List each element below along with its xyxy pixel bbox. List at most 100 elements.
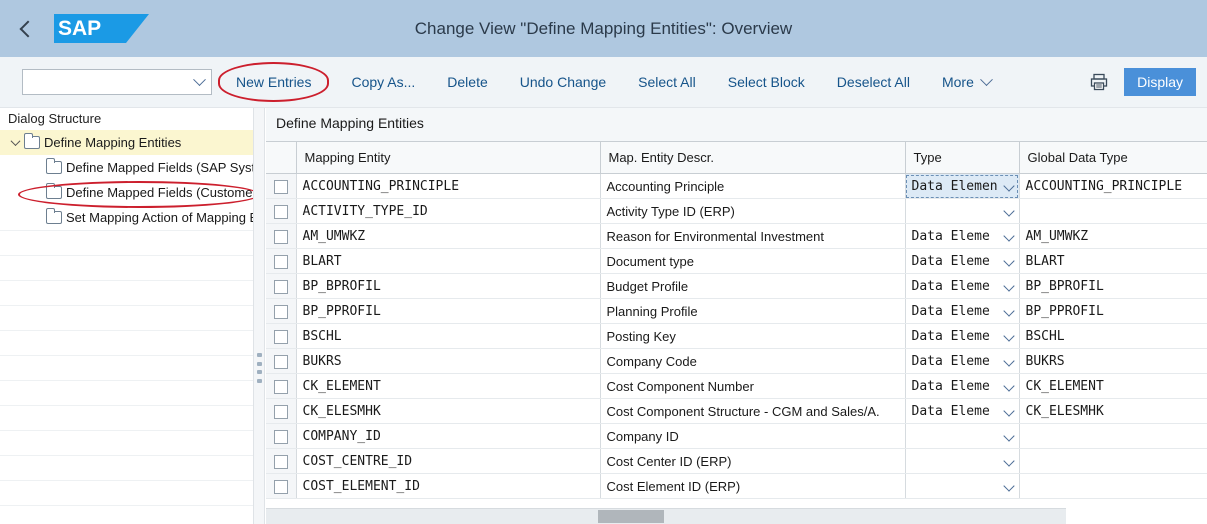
cell-mapping-entity[interactable]: CK_ELEMENT bbox=[296, 373, 601, 399]
table-row[interactable]: BP_PPROFIL Planning Profile Data Eleme BP_P… bbox=[266, 298, 1207, 324]
cell-mapping-entity[interactable]: ACCOUNTING_PRINCIPLE bbox=[296, 173, 601, 199]
select-block-button[interactable]: Select Block bbox=[718, 68, 815, 96]
undo-change-button[interactable]: Undo Change bbox=[510, 68, 616, 96]
row-checkbox[interactable] bbox=[273, 379, 288, 394]
column-header-map-entity-descr[interactable]: Map. Entity Descr. bbox=[600, 141, 906, 174]
cell-global-data-type[interactable]: CK_ELEMENT bbox=[1019, 373, 1207, 399]
tree-node-2[interactable]: Define Mapped Fields (Customer bbox=[0, 180, 253, 208]
chevron-down-icon[interactable] bbox=[1002, 355, 1015, 367]
more-button[interactable]: More bbox=[932, 68, 1001, 96]
cell-type[interactable]: Data Eleme bbox=[905, 273, 1020, 299]
cell-map-entity-descr[interactable]: Activity Type ID (ERP) bbox=[600, 198, 906, 224]
cell-type[interactable]: Data Eleme bbox=[905, 298, 1020, 324]
tree-expand-chevron-icon[interactable] bbox=[8, 136, 22, 150]
cell-map-entity-descr[interactable]: Cost Center ID (ERP) bbox=[600, 448, 906, 474]
cell-map-entity-descr[interactable]: Document type bbox=[600, 248, 906, 274]
cell-global-data-type[interactable]: BUKRS bbox=[1019, 348, 1207, 374]
row-checkbox[interactable] bbox=[273, 354, 288, 369]
cell-map-entity-descr[interactable]: Company ID bbox=[600, 423, 906, 449]
row-checkbox[interactable] bbox=[273, 429, 288, 444]
table-row[interactable]: CK_ELESMHK Cost Component Structure - CGM… bbox=[266, 398, 1207, 424]
select-all-button[interactable]: Select All bbox=[628, 68, 706, 96]
row-checkbox[interactable] bbox=[273, 279, 288, 294]
chevron-down-icon[interactable] bbox=[1002, 305, 1015, 317]
cell-type[interactable]: Data Eleme bbox=[905, 223, 1020, 249]
column-header-mapping-entity[interactable]: Mapping Entity bbox=[296, 141, 601, 174]
cell-map-entity-descr[interactable]: Budget Profile bbox=[600, 273, 906, 299]
cell-mapping-entity[interactable]: COST_ELEMENT_ID bbox=[296, 473, 601, 499]
chevron-down-icon[interactable] bbox=[1002, 280, 1015, 292]
cell-type[interactable]: Data Eleme bbox=[905, 398, 1020, 424]
table-row[interactable]: CK_ELEMENT Cost Component Number Data Elem… bbox=[266, 373, 1207, 399]
cell-global-data-type[interactable] bbox=[1019, 198, 1207, 224]
cell-global-data-type[interactable]: CK_ELESMHK bbox=[1019, 398, 1207, 424]
cell-mapping-entity[interactable]: BLART bbox=[296, 248, 601, 274]
tree-node-1[interactable]: Define Mapped Fields (SAP Syst bbox=[0, 155, 253, 180]
table-row[interactable]: BUKRS Company Code Data Eleme BUKRS bbox=[266, 348, 1207, 374]
chevron-down-icon[interactable] bbox=[1002, 205, 1015, 217]
cell-global-data-type[interactable] bbox=[1019, 473, 1207, 499]
row-checkbox[interactable] bbox=[273, 229, 288, 244]
chevron-down-icon[interactable] bbox=[1002, 330, 1015, 342]
printer-icon[interactable] bbox=[1082, 65, 1116, 99]
cell-type[interactable] bbox=[905, 473, 1020, 499]
row-checkbox[interactable] bbox=[273, 204, 288, 219]
cell-map-entity-descr[interactable]: Cost Component Number bbox=[600, 373, 906, 399]
chevron-down-icon[interactable] bbox=[1002, 380, 1015, 392]
cell-mapping-entity[interactable]: COST_CENTRE_ID bbox=[296, 448, 601, 474]
cell-type[interactable]: Data Eleme bbox=[905, 323, 1020, 349]
display-button[interactable]: Display bbox=[1124, 68, 1196, 96]
cell-global-data-type[interactable]: BSCHL bbox=[1019, 323, 1207, 349]
row-checkbox[interactable] bbox=[273, 454, 288, 469]
cell-mapping-entity[interactable]: AM_UMWKZ bbox=[296, 223, 601, 249]
cell-map-entity-descr[interactable]: Cost Element ID (ERP) bbox=[600, 473, 906, 499]
chevron-down-icon[interactable] bbox=[1002, 230, 1015, 242]
cell-type[interactable]: Data Elemen bbox=[905, 173, 1020, 199]
table-row[interactable]: BLART Document type Data Eleme BLART bbox=[266, 248, 1207, 274]
cell-map-entity-descr[interactable]: Cost Component Structure - CGM and Sales… bbox=[600, 398, 906, 424]
cell-global-data-type[interactable]: BP_BPROFIL bbox=[1019, 273, 1207, 299]
chevron-down-icon[interactable] bbox=[1002, 405, 1015, 417]
cell-map-entity-descr[interactable]: Planning Profile bbox=[600, 298, 906, 324]
row-checkbox[interactable] bbox=[273, 329, 288, 344]
table-row[interactable]: AM_UMWKZ Reason for Environmental Investm… bbox=[266, 223, 1207, 249]
row-checkbox[interactable] bbox=[273, 404, 288, 419]
cell-map-entity-descr[interactable]: Reason for Environmental Investment bbox=[600, 223, 906, 249]
cell-type[interactable]: Data Eleme bbox=[905, 348, 1020, 374]
table-row[interactable]: COST_CENTRE_ID Cost Center ID (ERP) bbox=[266, 448, 1207, 474]
deselect-all-button[interactable]: Deselect All bbox=[827, 68, 920, 96]
table-row[interactable]: ACTIVITY_TYPE_ID Activity Type ID (ERP) bbox=[266, 198, 1207, 224]
cell-type[interactable]: Data Eleme bbox=[905, 248, 1020, 274]
scrollbar-track[interactable] bbox=[266, 509, 1066, 524]
new-entries-button[interactable]: New Entries bbox=[217, 62, 330, 102]
row-checkbox[interactable] bbox=[273, 479, 288, 494]
cell-mapping-entity[interactable]: BUKRS bbox=[296, 348, 601, 374]
cell-type[interactable] bbox=[905, 448, 1020, 474]
cell-type[interactable]: Data Eleme bbox=[905, 373, 1020, 399]
chevron-down-icon[interactable] bbox=[1002, 455, 1015, 467]
cell-global-data-type[interactable]: BP_PPROFIL bbox=[1019, 298, 1207, 324]
cell-mapping-entity[interactable]: BP_PPROFIL bbox=[296, 298, 601, 324]
table-row[interactable]: ACCOUNTING_PRINCIPLE Accounting Principle… bbox=[266, 173, 1207, 199]
cell-mapping-entity[interactable]: CK_ELESMHK bbox=[296, 398, 601, 424]
tree-node-3[interactable]: Set Mapping Action of Mapping E bbox=[0, 205, 253, 230]
cell-map-entity-descr[interactable]: Accounting Principle bbox=[600, 173, 906, 199]
table-row[interactable]: BSCHL Posting Key Data Eleme BSCHL bbox=[266, 323, 1207, 349]
tree-node-0[interactable]: Define Mapping Entities bbox=[0, 130, 253, 155]
cell-map-entity-descr[interactable]: Posting Key bbox=[600, 323, 906, 349]
cell-mapping-entity[interactable]: BP_BPROFIL bbox=[296, 273, 601, 299]
row-checkbox[interactable] bbox=[273, 304, 288, 319]
cell-type[interactable] bbox=[905, 198, 1020, 224]
cell-global-data-type[interactable] bbox=[1019, 448, 1207, 474]
cell-global-data-type[interactable] bbox=[1019, 423, 1207, 449]
table-row[interactable]: COMPANY_ID Company ID bbox=[266, 423, 1207, 449]
delete-button[interactable]: Delete bbox=[437, 68, 497, 96]
back-button[interactable] bbox=[0, 0, 52, 57]
panel-splitter[interactable] bbox=[253, 108, 265, 524]
chevron-down-icon[interactable] bbox=[1002, 255, 1015, 267]
cell-global-data-type[interactable]: ACCOUNTING_PRINCIPLE bbox=[1019, 173, 1207, 199]
cell-map-entity-descr[interactable]: Company Code bbox=[600, 348, 906, 374]
column-header-type[interactable]: Type bbox=[905, 141, 1020, 174]
cell-global-data-type[interactable]: BLART bbox=[1019, 248, 1207, 274]
column-header-global-data-type[interactable]: Global Data Type bbox=[1019, 141, 1207, 174]
